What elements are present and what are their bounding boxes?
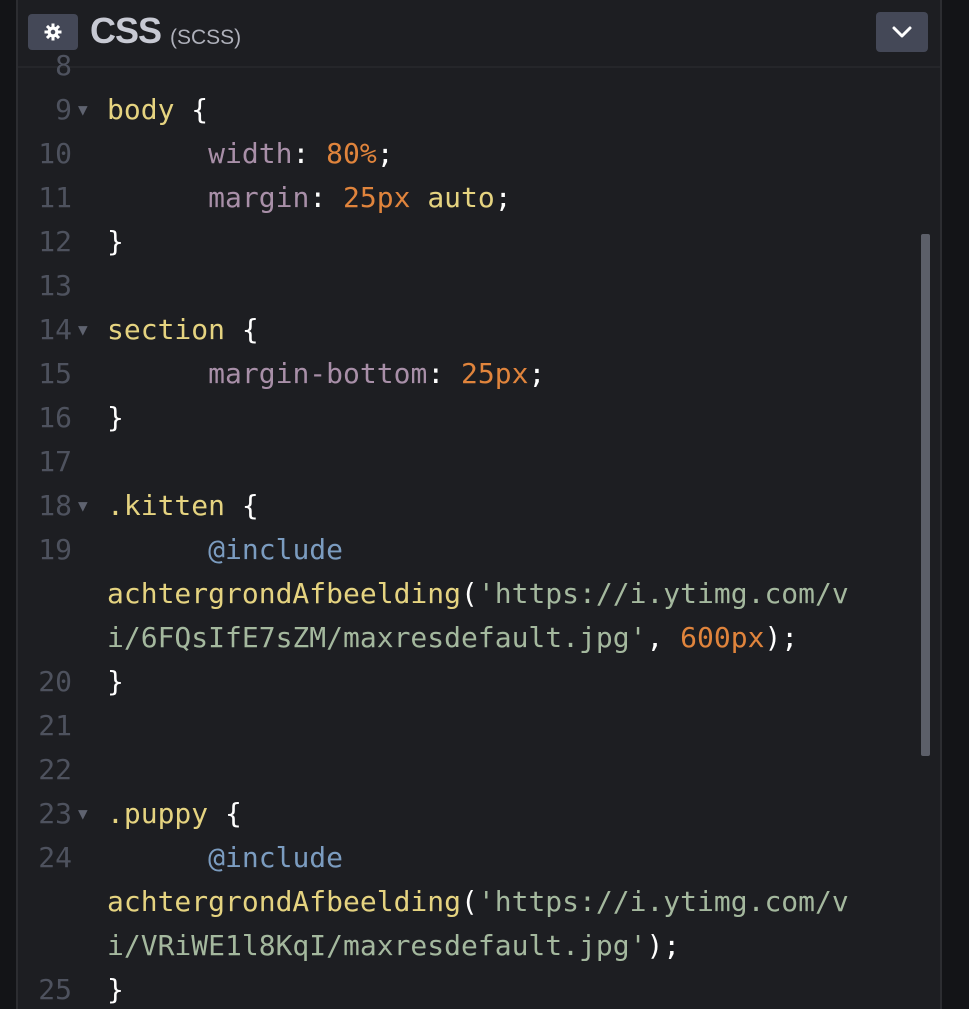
- property: width: [208, 137, 293, 170]
- editor-title: CSS: [90, 10, 162, 51]
- line-number: 13: [38, 269, 72, 302]
- semicolon: ;: [494, 181, 512, 214]
- code-line: margin: 25px auto;: [107, 176, 910, 220]
- code-line-wrap: i/VRiWE1l8KqI/maxresdefault.jpg');: [107, 924, 910, 968]
- selector: body: [107, 93, 175, 126]
- brace: {: [225, 313, 259, 346]
- code-line: }: [107, 220, 910, 264]
- line-number: 11: [38, 181, 72, 214]
- paren: );: [646, 929, 681, 962]
- fold-toggle-icon[interactable]: ▼: [78, 308, 88, 352]
- string: i/VRiWE1l8KqI/maxresdefault.jpg': [107, 929, 647, 962]
- line-number: 20: [38, 665, 72, 698]
- code-line: .kitten {: [107, 484, 910, 528]
- code-area[interactable]: 8 9 10 11 12 13 14 15 16 17 18 19 20 21 …: [18, 49, 940, 1009]
- property: margin: [208, 181, 310, 214]
- brace: }: [107, 401, 124, 434]
- code-line: @include: [107, 528, 910, 572]
- brace: }: [107, 225, 124, 258]
- selector: .puppy: [107, 797, 209, 830]
- line-number: 9: [55, 93, 72, 126]
- code-line: margin-bottom: 25px;: [107, 352, 910, 396]
- colon: :: [292, 137, 327, 170]
- fold-toggle-icon[interactable]: ▼: [78, 792, 88, 836]
- code-line: }: [107, 660, 910, 704]
- paren: );: [764, 621, 799, 654]
- mixin-name: achtergrondAfbeelding: [107, 885, 462, 918]
- collapse-button[interactable]: [876, 12, 928, 52]
- line-number: 8: [55, 49, 72, 82]
- selector: .kitten: [107, 489, 226, 522]
- value-keyword: auto: [410, 181, 495, 214]
- code-line: body {: [107, 88, 910, 132]
- selector: section: [107, 313, 226, 346]
- semicolon: ;: [376, 137, 394, 170]
- chevron-down-icon: [892, 26, 912, 38]
- fold-toggle-icon[interactable]: ▼: [78, 484, 88, 528]
- line-number: 16: [38, 401, 72, 434]
- line-number: 23: [38, 797, 72, 830]
- code-line: width: 80%;: [107, 132, 910, 176]
- css-editor-panel: CSS (SCSS) 8 9 10 11 12 13 14 15 16 17 1…: [16, 0, 942, 1009]
- comma: ,: [646, 621, 681, 654]
- code-line-wrap: achtergrondAfbeelding('https://i.ytimg.c…: [107, 572, 910, 616]
- value: 600px: [680, 621, 765, 654]
- code-line: @include: [107, 836, 910, 880]
- paren: (: [461, 885, 478, 918]
- line-number: 14: [38, 313, 72, 346]
- line-number: 19: [38, 533, 72, 566]
- line-number: 10: [38, 137, 72, 170]
- editor-header: CSS (SCSS): [18, 0, 940, 68]
- line-number: 15: [38, 357, 72, 390]
- fold-toggle-icon[interactable]: ▼: [78, 88, 88, 132]
- string: i/6FQsIfE7sZM/maxresdefault.jpg': [107, 621, 647, 654]
- line-number: 12: [38, 225, 72, 258]
- property: margin-bottom: [208, 357, 428, 390]
- line-number: 17: [38, 445, 72, 478]
- value: 25px: [461, 357, 529, 390]
- vertical-scrollbar[interactable]: [921, 234, 930, 756]
- code-line-wrap: i/6FQsIfE7sZM/maxresdefault.jpg', 600px)…: [107, 616, 910, 660]
- code-line-wrap: achtergrondAfbeelding('https://i.ytimg.c…: [107, 880, 910, 924]
- at-rule-keyword: @include: [208, 841, 344, 874]
- semicolon: ;: [528, 357, 546, 390]
- string: 'https://i.ytimg.com/v: [477, 577, 849, 610]
- editor-language: (SCSS): [170, 26, 242, 49]
- line-number: 18: [38, 489, 72, 522]
- line-number: 24: [38, 841, 72, 874]
- brace: {: [208, 797, 242, 830]
- value: 80%: [326, 137, 377, 170]
- brace: }: [107, 665, 124, 698]
- mixin-name: achtergrondAfbeelding: [107, 577, 462, 610]
- gear-icon: [44, 23, 62, 41]
- colon: :: [309, 181, 344, 214]
- line-number: 21: [38, 709, 72, 742]
- at-rule-keyword: @include: [208, 533, 344, 566]
- brace: {: [225, 489, 259, 522]
- code-line: section {: [107, 308, 910, 352]
- line-number: 25: [38, 973, 72, 1006]
- code-line: }: [107, 396, 910, 440]
- code-line: .puppy {: [107, 792, 910, 836]
- brace: {: [174, 93, 209, 126]
- string: 'https://i.ytimg.com/v: [477, 885, 849, 918]
- value: 25px: [343, 181, 411, 214]
- line-number: 22: [38, 753, 72, 786]
- colon: :: [427, 357, 462, 390]
- brace: }: [107, 973, 124, 1006]
- code-line: }: [107, 968, 910, 1009]
- paren: (: [461, 577, 478, 610]
